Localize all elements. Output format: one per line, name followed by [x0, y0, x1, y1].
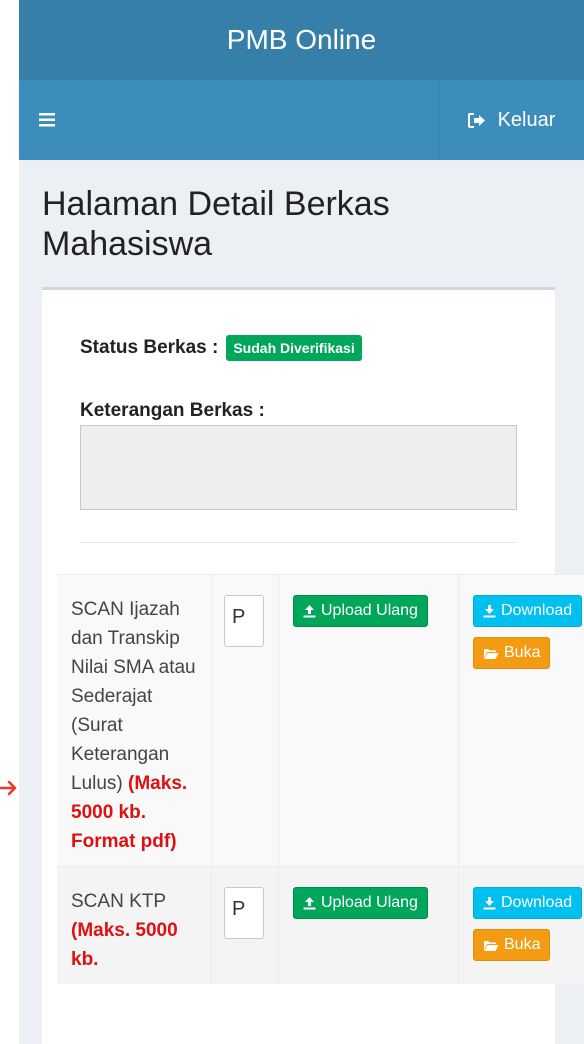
download-cell: Download Buka: [459, 867, 584, 984]
folder-open-icon: [484, 940, 499, 951]
upload-cell: Upload Ulang: [279, 867, 459, 984]
file-description: SCAN Ijazah dan Transkip Nilai SMA atau …: [57, 575, 212, 866]
status-badge: Sudah Diverifikasi: [226, 335, 362, 361]
download-icon: [483, 605, 496, 618]
logout-button[interactable]: Keluar: [438, 80, 584, 160]
detail-box: Status Berkas : Sudah Diverifikasi Keter…: [42, 287, 584, 1044]
file-input[interactable]: P: [224, 595, 264, 647]
upload-ulang-button[interactable]: Upload Ulang: [293, 595, 428, 627]
download-label: Download: [501, 602, 573, 619]
upload-ulang-button[interactable]: Upload Ulang: [293, 887, 428, 919]
upload-cell: Upload Ulang: [279, 575, 459, 866]
file-description: SCAN KTP (Maks. 5000 kb.: [57, 867, 212, 984]
download-icon: [483, 897, 496, 910]
hamburger-icon: [39, 113, 55, 127]
folder-open-icon: [484, 648, 499, 659]
file-input[interactable]: P: [224, 887, 264, 939]
upload-icon: [303, 605, 316, 618]
table-row: SCAN KTP (Maks. 5000 kb. P Upload Ulang: [57, 866, 584, 984]
logout-label: Keluar: [497, 108, 556, 131]
app-logo[interactable]: PMB Online: [19, 0, 584, 80]
file-desc-text: SCAN KTP: [71, 891, 166, 912]
table-row: SCAN Ijazah dan Transkip Nilai SMA atau …: [57, 574, 584, 866]
page-title: Halaman Detail Berkas Mahasiswa: [42, 185, 390, 263]
keterangan-textarea: [80, 425, 517, 510]
top-navbar: Keluar: [19, 80, 584, 160]
file-input-cell: P: [212, 867, 279, 984]
download-label: Download: [501, 894, 573, 911]
status-row: Status Berkas : Sudah Diverifikasi: [80, 335, 362, 361]
berkas-table: SCAN Ijazah dan Transkip Nilai SMA atau …: [57, 574, 584, 984]
sidebar-toggle-button[interactable]: [19, 80, 99, 160]
file-desc-text: SCAN Ijazah dan Transkip Nilai SMA atau …: [71, 599, 196, 794]
upload-icon: [303, 897, 316, 910]
upload-label: Upload Ulang: [321, 602, 418, 619]
keterangan-label: Keterangan Berkas :: [80, 400, 265, 421]
app-title: PMB Online: [226, 24, 377, 55]
buka-label: Buka: [504, 644, 541, 661]
buka-button[interactable]: Buka: [473, 637, 551, 669]
buka-button[interactable]: Buka: [473, 929, 551, 961]
buka-label: Buka: [504, 936, 541, 953]
upload-label: Upload Ulang: [321, 894, 418, 911]
download-button[interactable]: Download: [473, 595, 583, 627]
app-screen: PMB Online Keluar Halaman Detail Berkas …: [19, 0, 584, 1044]
download-button[interactable]: Download: [473, 887, 583, 919]
download-cell: Download Buka: [459, 575, 584, 866]
divider: [80, 542, 517, 543]
file-input-cell: P: [212, 575, 279, 866]
file-note: (Maks. 5000 kb.: [71, 920, 178, 970]
status-label: Status Berkas :: [80, 337, 219, 358]
arrow-right-icon: [0, 780, 17, 796]
sign-out-icon: [467, 112, 485, 128]
